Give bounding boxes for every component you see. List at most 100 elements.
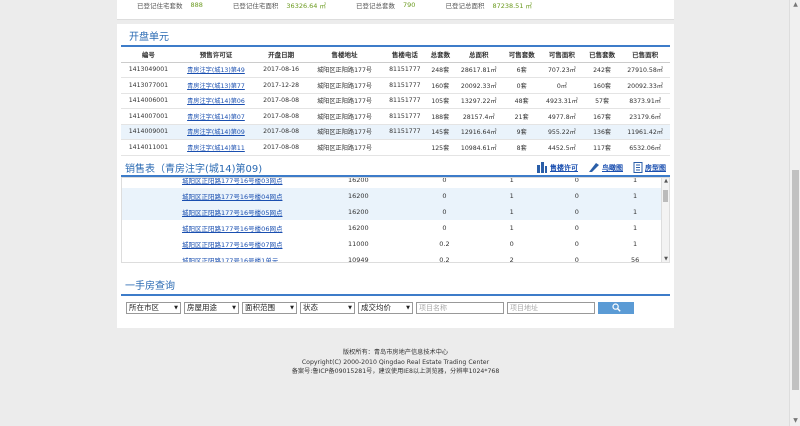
select-value: 面积范围 <box>245 303 275 312</box>
permit-link[interactable]: 青房注字(城14)第07 <box>187 114 245 121</box>
table-cell: 105套 <box>426 93 454 109</box>
scroll-down-icon[interactable]: ▼ <box>662 256 669 262</box>
table-cell: 20092.33㎡ <box>620 77 670 94</box>
table-cell: 0 <box>574 239 579 248</box>
permit-link[interactable]: 青房注字(城13)第49 <box>187 67 245 74</box>
table-cell: 0 <box>574 176 579 184</box>
footer-icp: 备案号:鲁ICP备09015281号，建议使用IE8以上浏览器，分辨率1024*… <box>291 368 500 375</box>
table-cell: 1 <box>633 207 638 216</box>
project-address-input[interactable]: 项目地址 <box>507 301 595 314</box>
table-cell: 城阳区正阳路177号 <box>306 139 383 156</box>
table-cell: 4923.31㎡ <box>539 93 585 109</box>
table-row[interactable]: 1413077001 青房注字(城13)第77 2017-12-28 城阳区正阳路17… <box>121 77 670 94</box>
table-cell: 160套 <box>584 77 621 94</box>
table-cell: 0 <box>442 223 447 232</box>
search-button[interactable] <box>598 301 634 314</box>
table-cell: 13297.22㎡ <box>453 93 504 109</box>
table-cell: 955.22㎡ <box>539 124 585 140</box>
table-cell: 1414006001 <box>121 93 176 109</box>
select-value: 成交均价 <box>361 303 391 312</box>
table-cell: 2017-12-28 <box>256 77 307 94</box>
table-cell: 1414007001 <box>121 108 176 125</box>
room-link[interactable]: 城阳区正阳路177号16号楼05网点 <box>122 207 348 217</box>
table-cell: 21套 <box>503 108 540 125</box>
list-item[interactable]: 城阳区正阳路177号16号楼04网点 16200 0 1 0 1 <box>122 187 662 204</box>
table-row[interactable]: 1414006001 青房注字(城14)第06 2017-08-08 城阳区正阳路17… <box>121 93 670 109</box>
select-value: 房屋用途 <box>187 303 217 312</box>
chevron-down-icon: ▼ <box>232 304 236 311</box>
district-select[interactable]: 所在市区 ▼ <box>126 301 181 314</box>
project-name-input[interactable]: 项目名称 <box>416 301 504 314</box>
table-cell: 0 <box>574 207 579 216</box>
table-cell: 16200 <box>347 191 369 200</box>
table-cell: 57套 <box>584 93 621 109</box>
list-item[interactable]: 城阳区正阳路177号16号楼1单元 10949 0.2 2 0 56 <box>122 252 662 263</box>
table-cell: 0 <box>442 191 447 200</box>
query-section-title: 一手房查询 <box>121 275 670 296</box>
permit-link[interactable]: 青房注字(城14)第06 <box>187 98 245 105</box>
room-link[interactable]: 城阳区正阳路177号16号楼1单元 <box>122 255 348 262</box>
table-row[interactable]: 1413049001 青房注字(城13)第49 2017-08-16 城阳区正阳路17… <box>121 62 670 78</box>
table-row[interactable]: 1414007001 青房注字(城14)第07 2017-08-08 城阳区正阳路17… <box>121 108 670 125</box>
status-select[interactable]: 状态 ▼ <box>300 301 355 314</box>
footer-copyright-en: Copyright(C) 2000-2010 Qingdao Real Esta… <box>301 358 490 366</box>
table-cell: 1414009001 <box>121 124 176 140</box>
summary-label: 已登记住宅套数 <box>137 2 183 10</box>
sales-section-title: 销售表（青房注字(城14)第09) <box>125 164 263 175</box>
permit-cell: 青房注字(城14)第09 <box>175 124 257 140</box>
table-cell: 6套 <box>503 62 540 78</box>
room-link[interactable]: 城阳区正阳路177号16号楼06网点 <box>122 223 348 233</box>
permit-link[interactable]: 青房注字(城13)第77 <box>187 83 245 90</box>
scrollbar-thumb[interactable] <box>792 170 799 390</box>
table-cell: 16200 <box>347 223 369 232</box>
table-row[interactable]: 1414009001 青房注字(城14)第09 2017-08-08 城阳区正阳路17… <box>121 124 670 140</box>
scroll-up-icon[interactable]: ▲ <box>790 0 800 10</box>
table-cell: 707.23㎡ <box>539 62 585 78</box>
footer: 版权所有：青岛市房地产信息技术中心 Copyright(C) 2000-2010… <box>117 348 674 377</box>
column-header: 已售套数 <box>584 47 621 63</box>
list-item[interactable]: 城阳区正阳路177号16号楼06网点 16200 0 1 0 1 <box>122 220 662 236</box>
permit-link[interactable]: 青房注字(城14)第09 <box>187 129 245 136</box>
table-cell: 城阳区正阳路177号 <box>306 77 383 94</box>
list-item[interactable]: 城阳区正阳路177号16号楼03网点 16200 0 1 0 1 <box>122 176 662 188</box>
table-cell: 81151777 <box>382 124 427 140</box>
table-row[interactable]: 1414011001 青房注字(城14)第11 2017-08-08 城阳区正阳路17… <box>121 139 670 156</box>
table-cell: 城阳区正阳路177号 <box>306 62 383 78</box>
table-cell: 1413049001 <box>121 62 176 78</box>
page-scrollbar[interactable]: ▲ ▼ <box>789 0 800 426</box>
summary-row: 已登记住宅套数 888 已登记住宅面积 36326.64 ㎡ 已登记总套数 79… <box>117 0 674 10</box>
usage-select[interactable]: 房屋用途 ▼ <box>184 301 239 314</box>
table-cell: 2017-08-08 <box>256 108 307 125</box>
list-item[interactable]: 城阳区正阳路177号16号楼05网点 16200 0 1 0 1 <box>122 203 662 220</box>
table-cell: 136套 <box>584 124 621 140</box>
sales-scrollbar-thumb[interactable] <box>663 189 668 202</box>
table-cell: 0 <box>509 239 514 248</box>
tab-aerial[interactable]: 鸟瞰图 <box>588 162 623 173</box>
units-header-row: 编号 预售许可证 开盘日期 售楼地址 售楼电话 总套数 总面积 可售套数 可售面积 已售套数 已售面… <box>121 47 670 63</box>
table-cell: 248套 <box>426 62 454 78</box>
avg-price-select[interactable]: 成交均价 ▼ <box>358 301 413 314</box>
table-cell: 0.2 <box>439 255 450 263</box>
table-cell: 0 <box>442 176 447 184</box>
column-header: 已售面积 <box>620 47 670 63</box>
scroll-up-icon[interactable]: ▲ <box>662 178 669 184</box>
table-cell: 28617.81㎡ <box>453 62 504 78</box>
chevron-down-icon: ▼ <box>348 304 352 311</box>
room-link[interactable]: 城阳区正阳路177号16号楼04网点 <box>122 191 348 201</box>
room-link[interactable]: 城阳区正阳路177号16号楼03网点 <box>122 178 348 185</box>
chevron-down-icon: ▼ <box>174 304 178 311</box>
list-item[interactable]: 城阳区正阳路177号16号楼07网点 11000 0.2 0 0 1 <box>122 236 662 252</box>
area-range-select[interactable]: 面积范围 ▼ <box>242 301 297 314</box>
column-header: 总面积 <box>453 47 504 63</box>
sales-table[interactable]: 城阳区正阳路177号16号楼03网点 16200 0 1 0 1 城阳区正阳路177号16号… <box>121 176 670 263</box>
table-cell: 1 <box>633 223 638 232</box>
room-link[interactable]: 城阳区正阳路177号16号楼07网点 <box>122 239 348 249</box>
tab-floorplan[interactable]: 房型图 <box>633 162 666 173</box>
tab-license[interactable]: 售楼许可 <box>536 162 578 173</box>
permit-link[interactable]: 青房注字(城14)第11 <box>187 145 245 152</box>
scroll-down-icon[interactable]: ▼ <box>790 416 800 426</box>
table-cell: 12916.64㎡ <box>453 124 504 140</box>
summary-value: 36326.64 ㎡ <box>286 2 327 10</box>
table-cell: 0 <box>574 191 579 200</box>
sales-scrollbar[interactable]: ▲ ▼ <box>661 177 669 262</box>
